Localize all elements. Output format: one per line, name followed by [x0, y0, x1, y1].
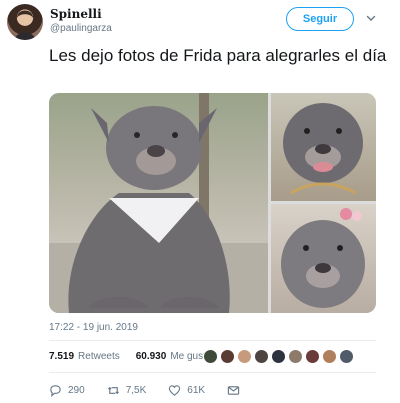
dog-photo-top-right[interactable]: [271, 93, 376, 201]
liker-avatar[interactable]: [254, 349, 269, 364]
tweet-text: Les dejo fotos de Frida para alegrarles …: [49, 46, 387, 65]
retweets-count[interactable]: 7.519: [49, 351, 74, 362]
liker-avatar[interactable]: [237, 349, 252, 364]
liker-avatar[interactable]: [203, 349, 218, 364]
liker-avatar[interactable]: [305, 349, 320, 364]
retweet-icon: [107, 386, 119, 395]
dog-photo-main[interactable]: [49, 93, 268, 313]
liker-avatar[interactable]: [220, 349, 235, 364]
retweet-count: 7,5K: [125, 385, 147, 396]
tweet-actions: 290 7,5K 61K: [49, 384, 262, 397]
likes-count[interactable]: 60.930: [136, 351, 167, 362]
retweets-label[interactable]: Retweets: [78, 351, 120, 362]
retweet-action[interactable]: 7,5K: [107, 384, 147, 397]
liker-avatar[interactable]: [288, 349, 303, 364]
tweet-timestamp[interactable]: 17:22 - 19 jun. 2019: [49, 322, 138, 333]
like-action[interactable]: 61K: [168, 384, 205, 397]
user-handle[interactable]: @paulingarza: [50, 23, 112, 34]
chevron-down-icon[interactable]: [366, 13, 376, 23]
liker-avatar[interactable]: [322, 349, 337, 364]
reply-icon: [50, 385, 61, 397]
user-name[interactable]: Spinelli: [50, 7, 102, 21]
like-count: 61K: [187, 385, 206, 396]
user-avatar[interactable]: [7, 4, 43, 40]
liker-avatar[interactable]: [339, 349, 354, 364]
tweet-stats: 7.519 Retweets 60.930 Me gusta: [49, 351, 211, 362]
likers-avatars[interactable]: [203, 349, 354, 364]
dog-photo-bottom-right[interactable]: [271, 204, 376, 313]
direct-message-action[interactable]: [227, 384, 240, 397]
follow-button[interactable]: Seguir: [286, 7, 354, 31]
tweet-media[interactable]: [49, 93, 376, 313]
divider: [49, 340, 376, 341]
divider: [49, 372, 376, 373]
liker-avatar[interactable]: [271, 349, 286, 364]
reply-action[interactable]: 290: [49, 384, 85, 397]
reply-count: 290: [68, 385, 85, 396]
envelope-icon: [227, 386, 240, 395]
heart-icon: [169, 385, 181, 396]
